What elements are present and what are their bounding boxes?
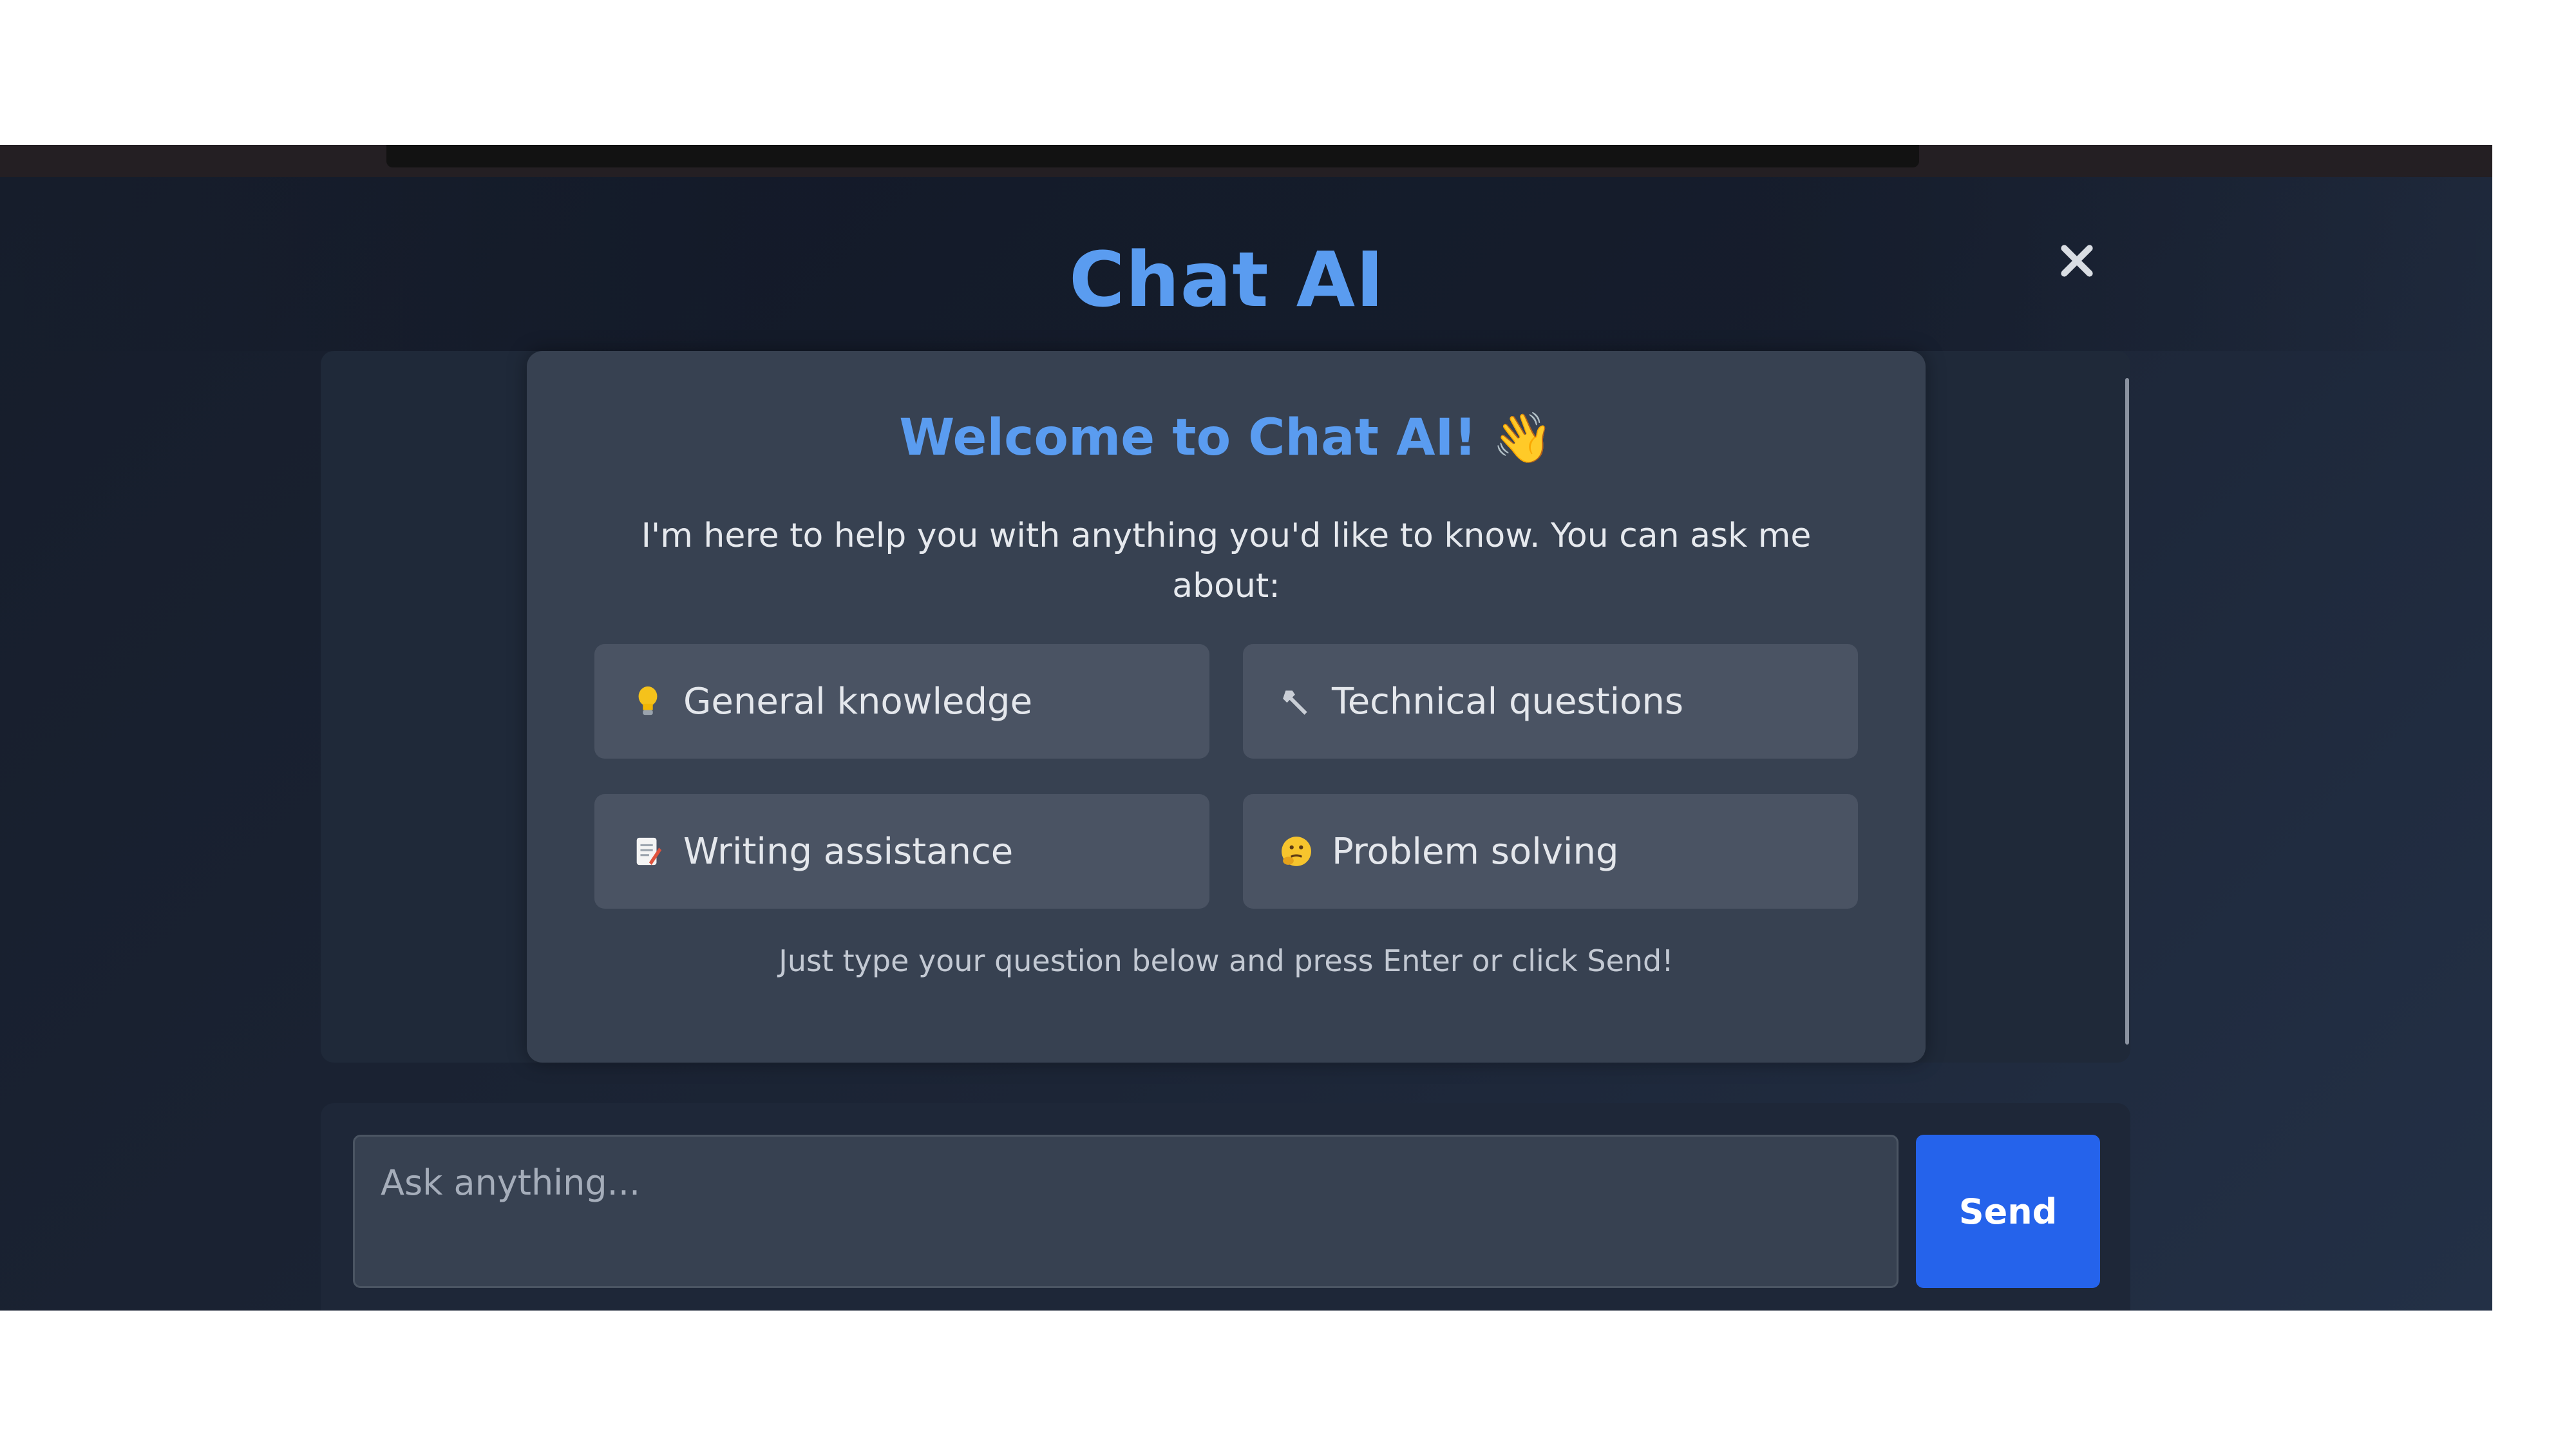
welcome-title-text: Welcome to Chat AI! <box>899 409 1477 467</box>
welcome-hint: Just type your question below and press … <box>779 943 1674 978</box>
waving-hand-icon: 👋 <box>1492 409 1553 466</box>
thinking-face-icon <box>1280 835 1312 867</box>
app-viewport: Chat AI Welcome to Chat AI! 👋 I'm here to… <box>0 177 2492 1311</box>
topic-label: Problem solving <box>1332 830 1619 873</box>
topic-writing-assistance[interactable]: Writing assistance <box>594 794 1209 909</box>
topic-general-knowledge[interactable]: General knowledge <box>594 644 1209 759</box>
welcome-heading: Welcome to Chat AI! 👋 <box>527 409 1926 467</box>
chat-scrollbar[interactable] <box>2125 378 2129 1045</box>
lightbulb-icon <box>632 685 664 717</box>
topic-technical-questions[interactable]: Technical questions <box>1243 644 1858 759</box>
address-bar[interactable] <box>386 145 1919 167</box>
welcome-card: Welcome to Chat AI! 👋 I'm here to help yo… <box>527 351 1926 1063</box>
topic-problem-solving[interactable]: Problem solving <box>1243 794 1858 909</box>
wrench-icon <box>1280 685 1312 717</box>
memo-icon <box>632 835 664 867</box>
message-input[interactable] <box>353 1135 1899 1288</box>
topic-label: Technical questions <box>1332 680 1684 723</box>
close-button[interactable] <box>2048 232 2106 290</box>
topic-label: General knowledge <box>683 680 1033 723</box>
topic-label: Writing assistance <box>683 830 1014 873</box>
browser-toolbar <box>0 145 2492 177</box>
welcome-intro: I'm here to help you with anything you'd… <box>641 516 1812 605</box>
send-button[interactable]: Send <box>1916 1135 2100 1288</box>
close-icon <box>2061 245 2093 277</box>
